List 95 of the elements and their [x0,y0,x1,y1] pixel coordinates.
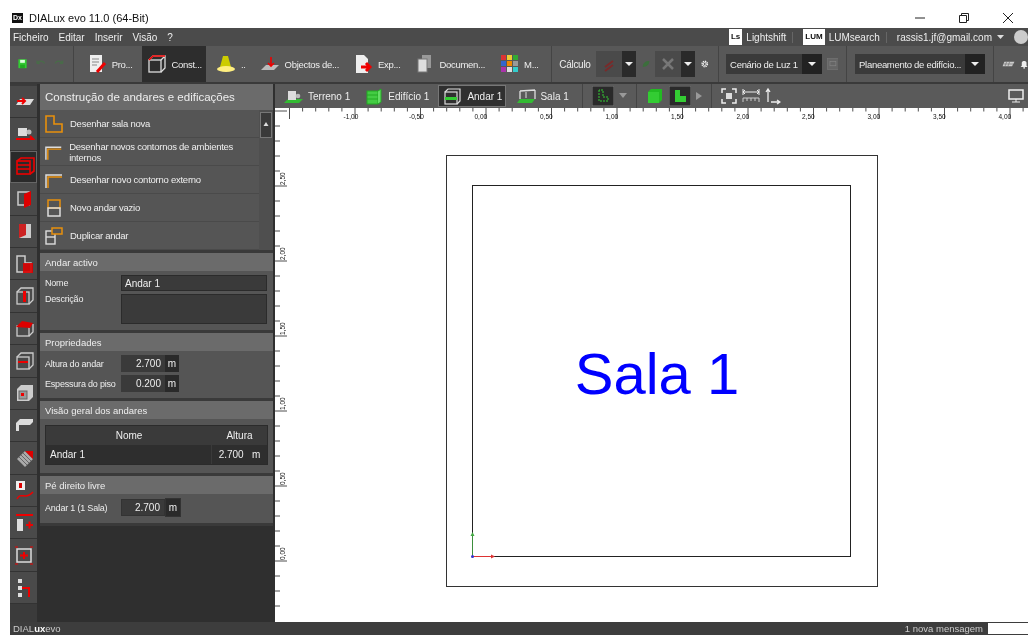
mode-tab[interactable]: Const... [141,46,206,82]
name-field[interactable]: Andar 1 [121,275,267,291]
roof-icon[interactable] [10,312,37,346]
number-field[interactable]: 2.700 [121,499,165,516]
section-title: Visão geral dos andares [40,401,273,419]
section-title: Andar activo [40,253,273,271]
field-label: Descrição [45,294,85,304]
dropdown-caret-icon[interactable] [801,54,822,74]
duplicate-floor-icon [44,225,64,246]
box-window-icon[interactable] [10,377,37,410]
field-label: Espessura do piso [45,378,117,389]
unit-label: m [165,498,181,517]
dropdown-caret-icon[interactable] [965,54,986,74]
view-tab[interactable]: Terreno 1 [279,85,355,107]
view-tab[interactable]: Andar 1 [438,85,507,107]
ceiling-icon[interactable] [10,409,37,443]
box-height-icon[interactable] [10,280,37,313]
view-tab[interactable]: Sala 1 [511,85,573,107]
mode-tab[interactable]: M... [494,46,543,82]
action-item[interactable]: Desenhar novos contornos de ambientes internos [40,138,259,166]
menu-item[interactable]: Editar [58,31,85,43]
room-outline-icon [44,113,64,134]
panel-title: Construção de andares e edificações [40,84,273,110]
menu-item[interactable]: Ficheiro [13,31,49,43]
axis-tool-icon[interactable] [764,87,781,105]
restore-icon[interactable] [958,12,970,24]
field-label: Nome [45,278,70,288]
account-email[interactable]: rassis1.jf@gmail.com [896,31,992,43]
l-shape-tool-icon[interactable] [668,86,691,106]
action-item[interactable]: Novo andar vazio [40,194,259,222]
floor-plan-tool-icon[interactable] [591,86,614,106]
mode-tab[interactable]: Objectos de... [254,46,343,82]
mode-tab[interactable]: Exp... [348,46,405,82]
calculation-label: Cálculo [559,58,591,70]
menu-item[interactable]: Inserir [94,31,123,43]
field-label: Andar 1 (1 Sala) [45,502,109,513]
frame-add-icon[interactable] [10,539,37,572]
menu-item[interactable]: Visão [132,31,158,43]
text-curve-icon[interactable] [10,474,37,508]
floor-box-icon [44,197,64,218]
mode-tab[interactable]: Documen... [409,46,490,82]
scrollbar[interactable] [259,110,273,250]
description-field[interactable] [121,294,267,324]
action-item[interactable]: Desenhar sala nova [40,110,259,138]
action-item[interactable]: Desenhar novo contorno externo [40,166,259,194]
mode-tab[interactable]: Pro... [81,46,137,82]
door-icon[interactable] [10,215,37,248]
menu-item[interactable]: ? [167,31,173,43]
room-shape-icon[interactable] [10,247,37,281]
number-field[interactable]: 0.200 [121,375,165,392]
caret-icon[interactable] [997,34,1004,40]
cube-icon[interactable] [645,87,664,105]
axis-drawing [470,532,495,559]
box-cut-icon[interactable] [10,345,37,378]
room-box-icon [515,87,538,105]
section-title: Propriedades [40,333,273,351]
wall-icon[interactable] [10,183,37,216]
avatar[interactable] [1014,30,1028,44]
room-outline[interactable] [472,185,851,557]
wireframe-cube-icon [145,53,168,75]
monitor-icon[interactable] [1008,89,1024,103]
message-count[interactable]: 1 nova mensagem [904,623,983,634]
column-add-icon[interactable] [10,507,37,540]
scroll-up-icon[interactable] [260,112,272,138]
service-link[interactable]: Lightshift [746,31,794,43]
section-title: Pé direito livre [40,476,273,494]
site-icon[interactable] [10,118,37,151]
dropdown-caret-icon[interactable] [681,51,696,77]
mode-tab[interactable]: .. [210,46,250,82]
planning-dropdown[interactable]: Planeamento de edifício... [855,54,986,74]
action-item[interactable]: Duplicar andar [40,222,259,250]
path-icon[interactable] [10,571,37,605]
service-logo: Ls [729,29,743,45]
close-icon[interactable] [1002,12,1014,24]
table-cell-text: Andar 1 [49,449,87,460]
service-link[interactable]: LUMsearch [828,31,887,43]
scene-dropdown[interactable]: Cenário de Luz 1 [726,54,822,74]
room-label: Sala 1 [574,341,740,406]
view-tab[interactable]: Edifício 1 [359,85,434,107]
column-header: Nome [114,430,144,441]
column-header: Altura [225,430,254,441]
field-label: Altura do andar [45,358,105,369]
service-logo: LUM [803,29,825,45]
unit-label: m [165,375,179,392]
brand-logo: DIALuxevo [13,623,61,634]
window-title: DIALux evo 11.0 (64-Bit) [28,12,149,24]
material-grid-icon [498,53,521,75]
measure-icon[interactable] [741,89,760,103]
fit-view-icon[interactable] [720,88,737,104]
import-icon[interactable] [10,86,37,119]
table-cell: 2.700 m [211,445,267,464]
hatched-shape-icon[interactable] [10,442,37,475]
unit-label: m [165,355,179,372]
number-field[interactable]: 2.700 [121,355,165,372]
lamp-icon [214,53,237,75]
